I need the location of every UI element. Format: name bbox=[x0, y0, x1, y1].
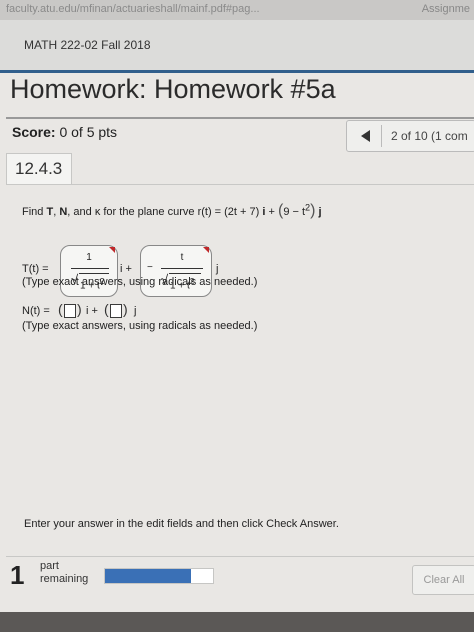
i-unit-label: i + bbox=[86, 305, 98, 317]
progress-bar-fill bbox=[105, 569, 192, 583]
question-number-box: 12.4.3 bbox=[6, 153, 72, 185]
title-divider bbox=[6, 117, 474, 119]
question-position[interactable]: 2 of 10 (1 com bbox=[391, 129, 468, 143]
answer-instructions: Enter your answer in the edit fields and… bbox=[24, 518, 339, 530]
question-number: 12.4.3 bbox=[15, 159, 63, 178]
question-pager: 2 of 10 (1 com bbox=[346, 120, 474, 152]
tangent-i-numerator: 1 bbox=[86, 252, 92, 263]
tangent-j-component-field[interactable]: − t √ 1 + t2 bbox=[140, 245, 212, 297]
left-paren: ( bbox=[58, 301, 63, 317]
course-title: MATH 222-02 Fall 2018 bbox=[24, 38, 151, 52]
problem-statement: Find T, N, and κ for the plane curve r(t… bbox=[22, 202, 322, 219]
normal-i-input[interactable] bbox=[64, 304, 76, 318]
normal-label: N(t) = bbox=[22, 305, 50, 317]
clear-all-button[interactable]: Clear All bbox=[412, 565, 474, 595]
course-header: MATH 222-02 Fall 2018 bbox=[0, 20, 474, 71]
header-accent-rule bbox=[0, 70, 474, 73]
fraction-bar bbox=[161, 268, 203, 269]
tangent-label: T(t) = bbox=[22, 263, 49, 275]
tangent-hint: (Type exact answers, using radicals as n… bbox=[22, 276, 258, 288]
pager-divider bbox=[381, 125, 382, 147]
normal-hint: (Type exact answers, using radicals as n… bbox=[22, 320, 258, 332]
j-unit-label: j bbox=[134, 305, 137, 317]
radical-vinculum bbox=[169, 273, 201, 274]
right-paren: ) bbox=[123, 301, 128, 317]
browser-address-bar[interactable]: faculty.atu.edu/mfinan/actuarieshall/mai… bbox=[0, 0, 474, 21]
footer-divider bbox=[6, 556, 474, 557]
i-unit-label: i + bbox=[120, 263, 132, 275]
previous-question-icon[interactable] bbox=[361, 130, 370, 142]
score-display: Score: 0 of 5 pts bbox=[12, 124, 117, 140]
assignments-tab[interactable]: Assignme bbox=[422, 3, 470, 15]
screen-bezel bbox=[0, 612, 474, 632]
parts-remaining-label: part remaining bbox=[40, 560, 89, 585]
score-value: 0 of 5 pts bbox=[59, 124, 118, 140]
radical-vinculum bbox=[79, 273, 109, 274]
minus-sign: − bbox=[147, 262, 153, 273]
normal-j-input[interactable] bbox=[110, 304, 122, 318]
homework-page: MATH 222-02 Fall 2018 Homework: Homework… bbox=[0, 20, 474, 612]
question-divider bbox=[6, 184, 474, 185]
right-paren: ) bbox=[77, 301, 82, 317]
page-title: Homework: Homework #5a bbox=[10, 74, 336, 104]
url-text[interactable]: faculty.atu.edu/mfinan/actuarieshall/mai… bbox=[6, 3, 260, 15]
parts-remaining-count: 1 bbox=[10, 560, 25, 590]
j-unit-label: j bbox=[216, 263, 219, 275]
left-paren: ( bbox=[104, 301, 109, 317]
tangent-j-numerator: t bbox=[180, 252, 184, 263]
progress-bar bbox=[104, 568, 214, 584]
tangent-i-component-field[interactable]: 1 √ 1 + t2 bbox=[60, 245, 118, 297]
score-label: Score: bbox=[12, 124, 56, 140]
fraction-bar bbox=[71, 268, 109, 269]
